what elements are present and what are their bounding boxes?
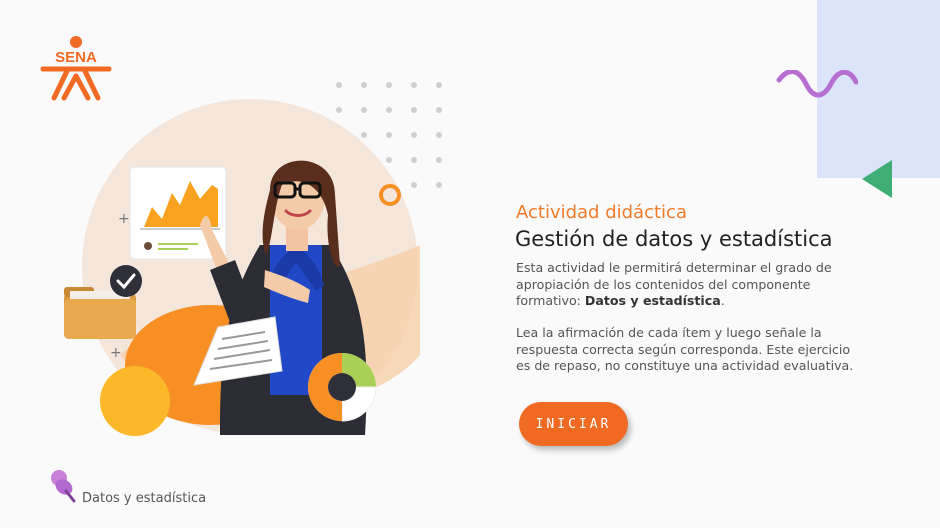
svg-text:+: + (110, 345, 122, 361)
intro-paragraph: Esta actividad le permitirá determinar e… (516, 260, 861, 310)
donut-chart-illustration (308, 353, 377, 422)
hero-illustration: + + (64, 99, 420, 436)
logo-text: SENA (55, 49, 97, 66)
triangle-decoration (862, 160, 892, 198)
start-button[interactable]: INICIAR (519, 402, 628, 446)
footer-label: Datos y estadística (82, 491, 207, 506)
page-title: Gestión de datos y estadística (515, 227, 833, 251)
intro-bold-topic: Datos y estadística (584, 293, 721, 308)
activity-eyebrow: Actividad didáctica (516, 202, 687, 223)
sena-logo: SENA (40, 36, 112, 101)
intro-text-end: . (720, 293, 725, 308)
svg-text:+: + (118, 211, 130, 227)
pushpin-icon (51, 470, 76, 503)
instructions-paragraph: Lea la afirmación de cada ítem y luego s… (516, 325, 854, 373)
wave-decoration (776, 70, 858, 98)
